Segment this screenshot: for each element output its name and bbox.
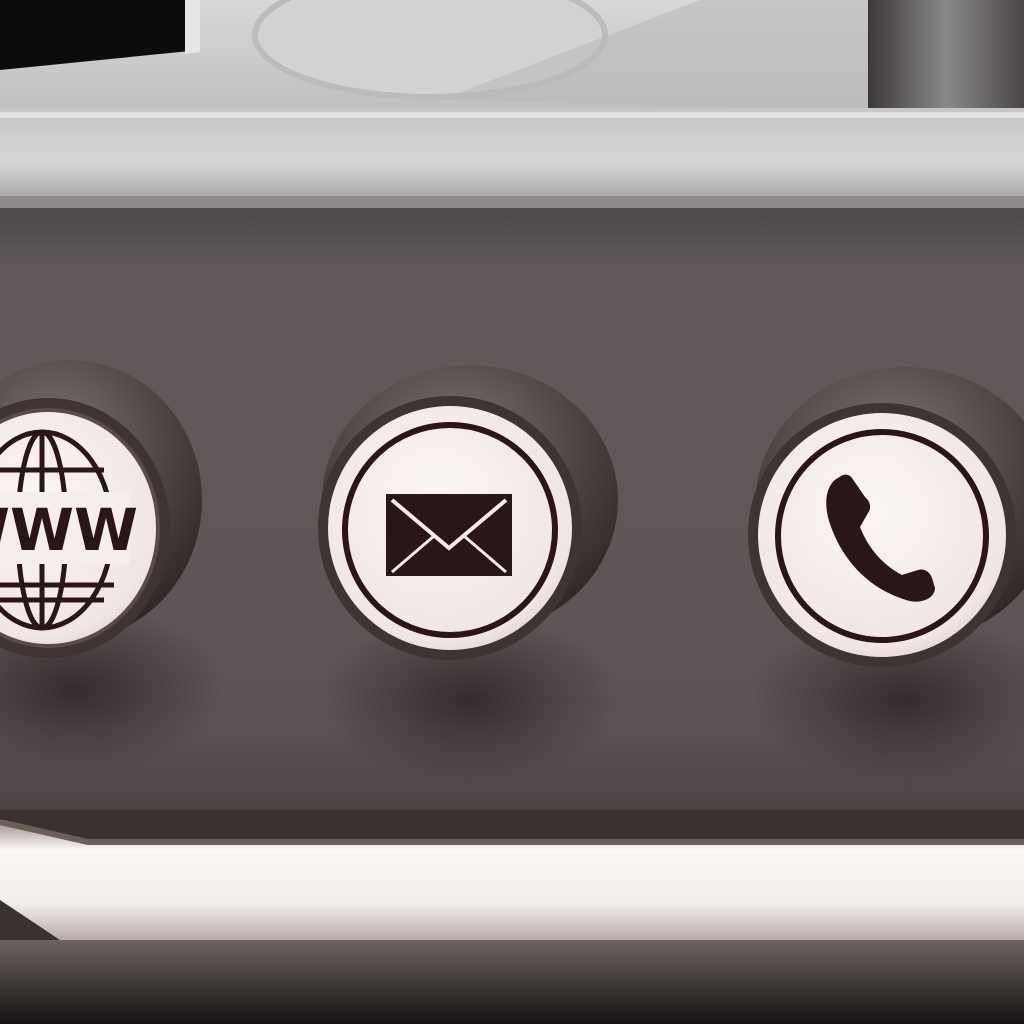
bottom-trim	[0, 810, 1024, 1024]
device-panel-scene: WWW	[0, 0, 1024, 1024]
phone-button[interactable]	[748, 367, 1024, 785]
email-button[interactable]	[318, 365, 620, 785]
www-label: WWW	[0, 496, 138, 564]
top-housing	[0, 0, 1024, 120]
top-bezel	[0, 108, 1024, 210]
device-panel-illustration: WWW	[0, 0, 1024, 1024]
envelope-icon	[386, 494, 512, 576]
